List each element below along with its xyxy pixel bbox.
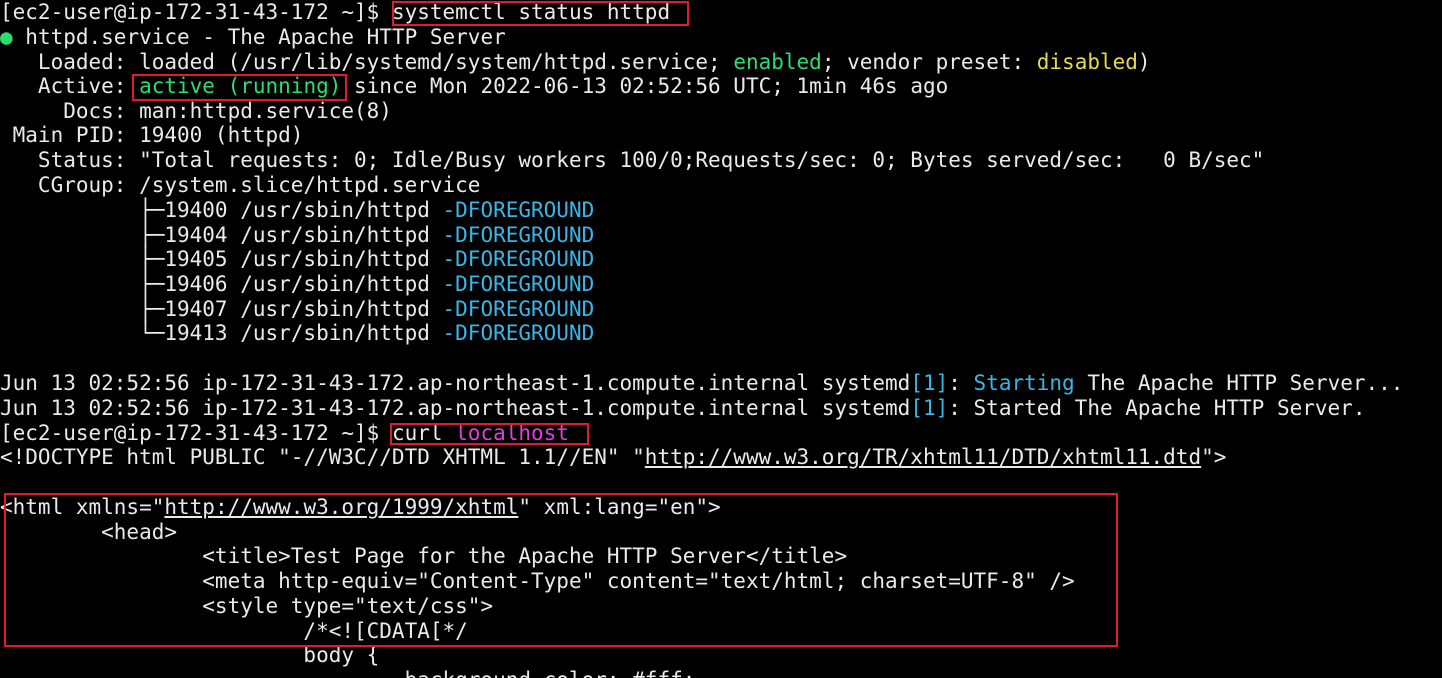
docs-line: Docs: man:httpd.service(8) — [0, 98, 392, 123]
loaded-close: ) — [1137, 49, 1151, 74]
prompt-line-systemctl: [ec2-user@ip-172-31-43-172 ~]$ systemctl… — [0, 0, 670, 25]
cgroup-process: └─19413 /usr/sbin/httpd -DFOREGROUND — [0, 321, 594, 346]
shell-prompt: [ec2-user@ip-172-31-43-172 ~]$ — [0, 420, 392, 445]
process-path: ├─19400 /usr/sbin/httpd — [0, 198, 443, 222]
log-line-starting: Jun 13 02:52:56 ip-172-31-43-172.ap-nort… — [0, 371, 1403, 396]
process-path: ├─19405 /usr/sbin/httpd — [0, 247, 443, 271]
cgroup-line: CGroup: /system.slice/httpd.service — [0, 173, 481, 197]
html-tag-line: <html xmlns="http://www.w3.org/1999/xhtm… — [0, 495, 721, 520]
service-title: httpd.service - The Apache HTTP Server — [12, 25, 506, 49]
systemctl-command: systemctl status httpd — [391, 0, 671, 24]
process-flag: -DFOREGROUND — [442, 296, 595, 321]
loaded-text: Loaded: loaded (/usr/lib/systemd/system/… — [0, 49, 734, 74]
shell-prompt: [ec2-user@ip-172-31-43-172 ~]$ — [0, 0, 392, 24]
log-pid: [1] — [910, 371, 949, 395]
process-flag: -DFOREGROUND — [442, 247, 595, 271]
active-line: Active: active (running) since Mon 2022-… — [0, 74, 948, 99]
active-label: Active: — [0, 74, 140, 98]
log-prefix: Jun 13 02:52:56 ip-172-31-43-172.ap-nort… — [0, 371, 911, 395]
process-flag: -DFOREGROUND — [442, 222, 595, 247]
doctype-close: "> — [1201, 445, 1227, 469]
log-sep: : — [948, 371, 974, 395]
cgroup-process: ├─19400 /usr/sbin/httpd -DFOREGROUND — [0, 198, 594, 223]
process-path: ├─19407 /usr/sbin/httpd — [0, 296, 443, 321]
doctype-text: <!DOCTYPE html PUBLIC "-//W3C//DTD XHTML… — [0, 445, 645, 469]
log-message: The Apache HTTP Server... — [1074, 371, 1404, 395]
curl-host: localhost — [455, 420, 569, 445]
cgroup-process: ├─19407 /usr/sbin/httpd -DFOREGROUND — [0, 297, 594, 322]
html-tag-open: <html xmlns=" — [0, 495, 165, 519]
process-flag: -DFOREGROUND — [442, 272, 595, 296]
cgroup-process: ├─19405 /usr/sbin/httpd -DFOREGROUND — [0, 247, 594, 272]
log-prefix: Jun 13 02:52:56 ip-172-31-43-172.ap-nort… — [0, 396, 911, 420]
curl-command: curl — [391, 420, 456, 445]
dtd-link[interactable]: http://www.w3.org/TR/xhtml11/DTD/xhtml11… — [645, 445, 1201, 469]
background-color-line: background-color: #fff; — [0, 668, 696, 678]
active-since: since Mon 2022-06-13 02:52:56 UTC; 1min … — [341, 74, 949, 98]
cgroup-process: ├─19404 /usr/sbin/httpd -DFOREGROUND — [0, 223, 594, 248]
process-path: ├─19404 /usr/sbin/httpd — [0, 222, 443, 247]
log-line-started: Jun 13 02:52:56 ip-172-31-43-172.ap-nort… — [0, 396, 1365, 421]
meta-tag-line: <meta http-equiv="Content-Type" content=… — [0, 569, 1075, 593]
log-starting-word: Starting — [973, 371, 1075, 395]
process-flag: -DFOREGROUND — [442, 321, 595, 345]
service-title-line: ● httpd.service - The Apache HTTP Server — [0, 25, 506, 50]
log-message: : Started The Apache HTTP Server. — [948, 396, 1366, 420]
active-state: active (running) — [139, 74, 342, 98]
doctype-line: <!DOCTYPE html PUBLIC "-//W3C//DTD XHTML… — [0, 445, 1226, 470]
head-tag-line: <head> — [0, 519, 178, 544]
cgroup-process: ├─19406 /usr/sbin/httpd -DFOREGROUND — [0, 272, 594, 297]
loaded-line: Loaded: loaded (/usr/lib/systemd/system/… — [0, 50, 1151, 75]
process-path: ├─19406 /usr/sbin/httpd — [0, 272, 443, 296]
process-path: └─19413 /usr/sbin/httpd — [0, 321, 443, 345]
status-dot-icon: ● — [0, 25, 13, 49]
style-tag-line: <style type="text/css"> — [0, 594, 494, 618]
prompt-line-curl: [ec2-user@ip-172-31-43-172 ~]$ curl loca… — [0, 421, 569, 446]
body-rule-line: body { — [0, 643, 380, 667]
enabled-label: enabled — [733, 49, 822, 74]
title-tag-line: <title>Test Page for the Apache HTTP Ser… — [0, 544, 848, 568]
main-pid-line: Main PID: 19400 (httpd) — [0, 123, 304, 147]
xmlns-link[interactable]: http://www.w3.org/1999/xhtml — [164, 495, 518, 519]
status-line: Status: "Total requests: 0; Idle/Busy wo… — [0, 148, 1265, 172]
log-pid: [1] — [910, 396, 949, 420]
process-flag: -DFOREGROUND — [442, 198, 595, 222]
terminal-window[interactable]: [ec2-user@ip-172-31-43-172 ~]$ systemctl… — [0, 0, 1442, 678]
vendor-preset-text: ; vendor preset: — [821, 49, 1037, 74]
cdata-line: /*<![CDATA[*/ — [0, 618, 468, 643]
html-tag-rest: " xml:lang="en"> — [518, 495, 721, 519]
disabled-label: disabled — [1036, 49, 1138, 74]
